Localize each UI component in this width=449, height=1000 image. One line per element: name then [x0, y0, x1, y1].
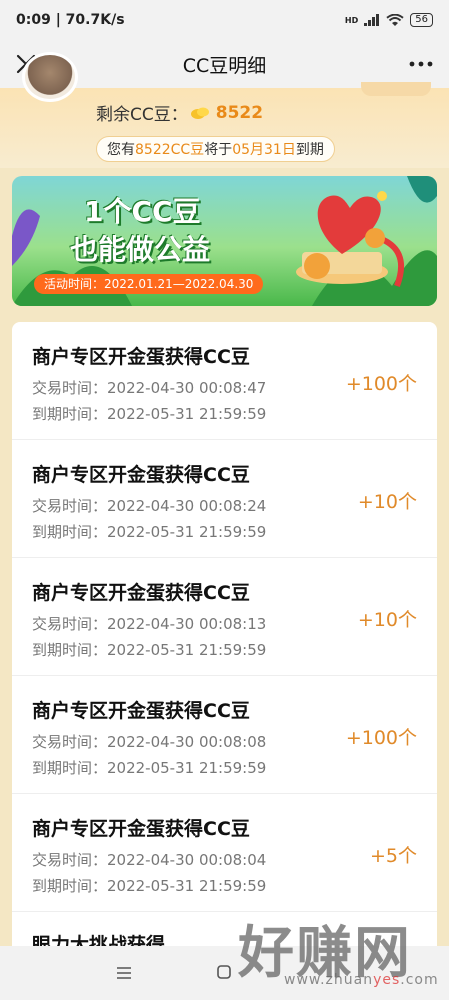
avatar: [22, 52, 78, 102]
record-trade-time: 交易时间：2022-04-30 00:08:08: [32, 733, 267, 751]
record-trade-time: 交易时间：2022-04-30 00:08:13: [32, 615, 267, 633]
list-item: 商户专区开金蛋获得CC豆 交易时间：2022-04-30 00:08:08 到期…: [12, 676, 437, 794]
record-title: 商户专区开金蛋获得CC豆: [32, 818, 250, 840]
balance-label: 剩余CC豆：: [96, 105, 188, 125]
status-icons: HD 56: [345, 13, 433, 27]
balance-row: 剩余CC豆： 8522: [96, 100, 264, 126]
expiry-notice: 您有 8522CC豆 将于 05月31日 到期: [96, 136, 335, 162]
banner-title-line2: 也能做公益: [70, 233, 211, 266]
record-expire-time: 到期时间：2022-05-31 21:59:59: [32, 523, 267, 541]
status-time-speed: 0:09 | 70.7K/s: [16, 12, 125, 28]
record-expire-time: 到期时间：2022-05-31 21:59:59: [32, 759, 267, 777]
banner-date: 活动时间：2022.01.21—2022.04.30: [34, 274, 264, 294]
hd-label: HD: [344, 15, 359, 25]
watermark-url-c: .com: [400, 972, 439, 988]
more-icon[interactable]: [407, 52, 435, 76]
record-title: 商户专区开金蛋获得CC豆: [32, 464, 250, 486]
watermark-url: www.zhuanyes.com: [284, 972, 439, 988]
record-trade-time: 交易时间：2022-04-30 00:08:24: [32, 497, 267, 515]
wifi-icon: [386, 13, 404, 26]
balance-header: 剩余CC豆： 8522 您有 8522CC豆 将于 05月31日 到期: [0, 52, 449, 168]
watermark-url-a: www.zhuan: [284, 972, 374, 988]
record-amount: +100个: [345, 373, 417, 395]
home-icon[interactable]: [217, 965, 231, 979]
record-expire-time: 到期时间：2022-05-31 21:59:59: [32, 405, 267, 423]
cc-bean-icon: [190, 107, 209, 119]
status-bar: 0:09 | 70.7K/s HD 56: [0, 0, 449, 40]
balance-value: 8522: [215, 102, 264, 123]
charity-banner[interactable]: 1个CC豆 也能做公益 活动时间：2022.01.21—2022.04.30: [12, 176, 437, 306]
record-trade-time: 交易时间：2022-04-30 00:08:47: [32, 379, 267, 397]
record-trade-time: 交易时间：2022-04-30 00:08:04: [32, 851, 267, 869]
record-list: 商户专区开金蛋获得CC豆 交易时间：2022-04-30 00:08:47 到期…: [12, 322, 437, 912]
expiry-amount: 8522CC豆: [135, 142, 205, 158]
expiry-suffix: 到期: [295, 142, 324, 158]
record-amount: +100个: [345, 727, 417, 749]
page-title: CC豆明细: [182, 54, 267, 77]
record-amount: +5个: [369, 845, 417, 867]
header-tab-edge: [361, 82, 431, 96]
watermark: 好赚网 www.zhuanyes.com: [238, 908, 438, 998]
expiry-prefix: 您有: [107, 142, 135, 158]
record-title: 商户专区开金蛋获得CC豆: [32, 582, 250, 604]
signal-icon: [364, 14, 380, 26]
list-item: 商户专区开金蛋获得CC豆 交易时间：2022-04-30 00:08:24 到期…: [12, 440, 437, 558]
expiry-mid: 将于: [204, 142, 233, 158]
record-expire-time: 到期时间：2022-05-31 21:59:59: [32, 641, 267, 659]
list-item: 商户专区开金蛋获得CC豆 交易时间：2022-04-30 00:08:04 到期…: [12, 794, 437, 912]
expiry-date: 05月31日: [232, 142, 296, 158]
battery-icon: 56: [410, 13, 433, 27]
list-item: 商户专区开金蛋获得CC豆 交易时间：2022-04-30 00:08:13 到期…: [12, 558, 437, 676]
list-item: 商户专区开金蛋获得CC豆 交易时间：2022-04-30 00:08:47 到期…: [12, 322, 437, 440]
menu-icon[interactable]: [116, 966, 132, 980]
record-amount: +10个: [357, 491, 417, 513]
banner-title-line1: 1个CC豆: [84, 195, 201, 228]
record-amount: +10个: [357, 609, 417, 631]
record-title: 商户专区开金蛋获得CC豆: [32, 700, 250, 722]
record-expire-time: 到期时间：2022-05-31 21:59:59: [32, 877, 267, 895]
watermark-url-b: yes: [373, 972, 401, 988]
record-title: 商户专区开金蛋获得CC豆: [32, 346, 250, 368]
